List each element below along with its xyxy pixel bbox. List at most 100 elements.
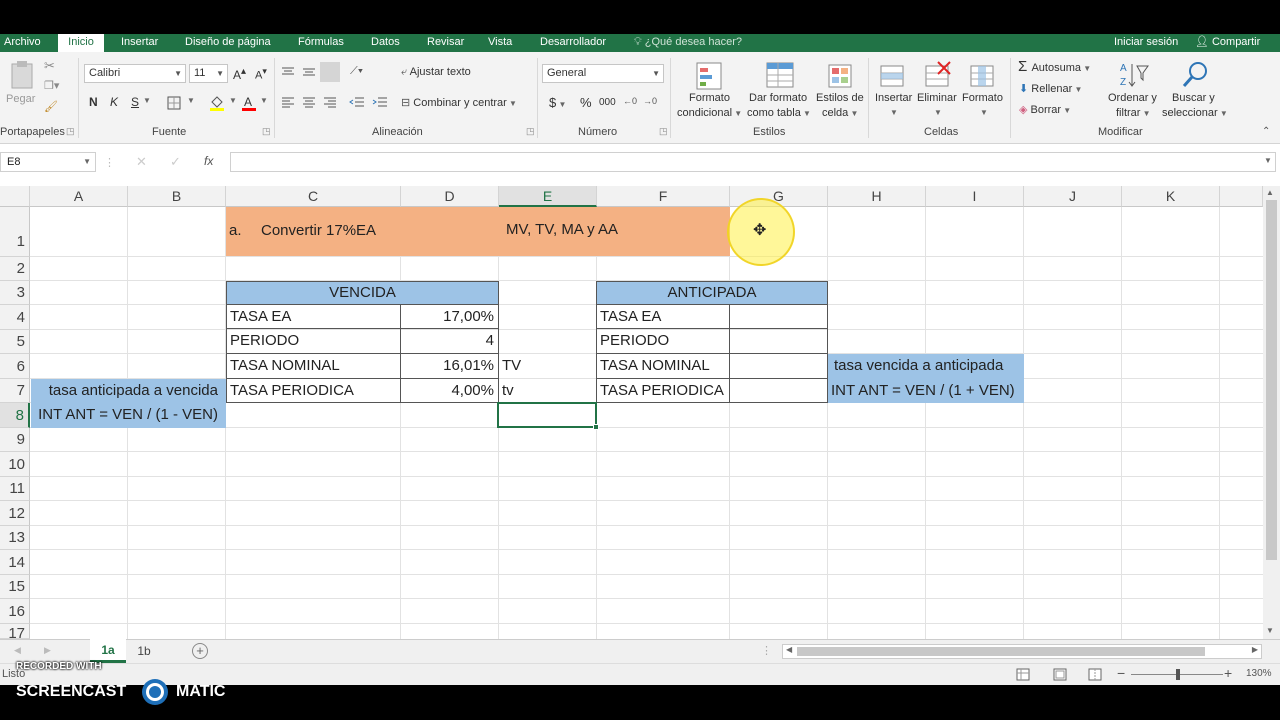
expand-formula-icon[interactable]: ▼ <box>1264 156 1272 165</box>
cancel-icon[interactable]: ✕ <box>136 154 147 170</box>
borders-icon[interactable] <box>167 96 182 110</box>
chevron-down-icon[interactable]: ▼ <box>187 96 195 105</box>
column-header-d[interactable]: D <box>401 186 499 207</box>
zoom-out-icon[interactable]: − <box>1117 665 1125 681</box>
sheet-tab-1a[interactable]: 1a <box>90 639 126 663</box>
row-header-2[interactable]: 2 <box>0 257 30 281</box>
cut-icon[interactable]: ✂ <box>44 58 55 74</box>
tab-archivo[interactable]: Archivo <box>4 34 41 52</box>
italic-button[interactable]: K <box>110 95 118 109</box>
scrollbar-thumb[interactable] <box>1266 200 1277 560</box>
column-header-e[interactable]: E <box>499 186 597 207</box>
tab-desarrollador[interactable]: Desarrollador <box>540 34 606 52</box>
sort-filter-icon[interactable]: AZ <box>1118 60 1150 90</box>
cell-c4[interactable]: TASA EA <box>226 304 401 329</box>
cell-e6[interactable]: TV <box>502 354 521 378</box>
cell-styles-button[interactable]: Estilos de <box>816 92 864 104</box>
cell-h7-note[interactable]: INT ANT = VEN / (1 + VEN) <box>828 379 1024 403</box>
add-sheet-icon[interactable]: + <box>192 643 208 659</box>
fill-color-icon[interactable] <box>208 94 226 112</box>
cell-d4[interactable]: 17,00% <box>400 304 499 329</box>
magnifier-icon[interactable] <box>1180 60 1210 90</box>
row-header-11[interactable]: 11 <box>0 477 30 501</box>
tab-formulas[interactable]: Fórmulas <box>298 34 344 52</box>
find-select-button-2[interactable]: seleccionar ▼ <box>1162 107 1228 119</box>
cell-d6[interactable]: 16,01% <box>400 353 499 379</box>
tell-me-search[interactable]: 💡︎ ¿Qué desea hacer? <box>634 34 742 52</box>
cell-f6[interactable]: TASA NOMINAL <box>596 353 730 379</box>
prev-sheet-icon[interactable]: ◀ <box>14 645 21 656</box>
zoom-in-icon[interactable]: + <box>1224 665 1232 681</box>
cell-styles-button-2[interactable]: celda ▼ <box>822 107 858 119</box>
horizontal-scrollbar[interactable]: ◀ ▶ <box>782 644 1262 659</box>
enter-icon[interactable]: ✓ <box>170 154 181 170</box>
clear-button[interactable]: ◈ Borrar ▼ <box>1019 103 1071 116</box>
signin-link[interactable]: Iniciar sesión <box>1114 34 1178 52</box>
chevron-down-icon[interactable]: ▼ <box>980 108 988 117</box>
orientation-icon[interactable]: ⟋▾ <box>350 65 363 78</box>
row-header-15[interactable]: 15 <box>0 575 30 599</box>
row-header-12[interactable]: 12 <box>0 501 30 526</box>
align-middle-icon[interactable] <box>302 66 316 78</box>
format-cells-button[interactable]: Formato <box>962 92 1003 104</box>
format-painter-icon[interactable]: 🖌︎ <box>44 100 58 113</box>
wrap-text-button[interactable]: ⤶ Ajustar texto <box>401 66 471 79</box>
merge-center-button[interactable]: ⊟ Combinar y centrar ▼ <box>401 96 517 109</box>
row-header-9[interactable]: 9 <box>0 428 30 452</box>
row-header-6[interactable]: 6 <box>0 354 30 379</box>
cell-c1[interactable]: Convertir 17%EA <box>261 219 376 243</box>
page-break-view-icon[interactable] <box>1088 668 1102 681</box>
cell-f4[interactable]: TASA EA <box>596 304 730 329</box>
portapapeles-launcher-icon[interactable]: ◳ <box>66 126 75 137</box>
increase-indent-icon[interactable] <box>372 96 388 108</box>
cell-e1[interactable]: MV, TV, MA y AA <box>506 218 618 242</box>
insert-function-icon[interactable]: fx <box>204 154 213 168</box>
underline-button[interactable]: S <box>131 95 139 109</box>
hscroll-thumb[interactable] <box>797 647 1205 656</box>
column-header-h[interactable]: H <box>828 186 926 207</box>
thousands-button[interactable]: 000 <box>599 97 616 108</box>
vertical-scrollbar[interactable]: ▲ ▼ <box>1263 186 1280 639</box>
cell-c5[interactable]: PERIODO <box>226 328 401 354</box>
delete-cells-icon[interactable] <box>923 60 953 90</box>
align-top-icon[interactable] <box>281 66 295 78</box>
row-header-16[interactable]: 16 <box>0 599 30 624</box>
scroll-down-icon[interactable]: ▼ <box>1266 626 1274 635</box>
cell-f5[interactable]: PERIODO <box>596 328 730 354</box>
cell-g4[interactable] <box>729 304 828 329</box>
column-header-j[interactable]: J <box>1024 186 1122 207</box>
currency-button[interactable]: $ ▼ <box>549 95 566 110</box>
column-header-f[interactable]: F <box>597 186 730 207</box>
sheet-tab-1b[interactable]: 1b <box>130 640 158 662</box>
row-header-5[interactable]: 5 <box>0 330 30 354</box>
shrink-font-icon[interactable]: A▾ <box>255 66 267 82</box>
column-header-b[interactable]: B <box>128 186 226 207</box>
share-button[interactable]: 👤︎ Compartir <box>1195 34 1260 52</box>
align-right-icon[interactable] <box>323 96 337 108</box>
format-table-button[interactable]: Dar formato <box>749 92 807 104</box>
row-header-13[interactable]: 13 <box>0 526 30 550</box>
normal-view-icon[interactable] <box>1016 668 1030 681</box>
cell-c7[interactable]: TASA PERIODICA <box>226 378 401 403</box>
conditional-format-icon[interactable] <box>694 60 726 92</box>
cell-g5[interactable] <box>729 328 828 354</box>
tab-diseno-pagina[interactable]: Diseño de página <box>185 34 271 52</box>
font-color-icon[interactable]: A <box>241 94 257 112</box>
increase-decimal-icon[interactable]: ←0 <box>623 96 637 106</box>
chevron-down-icon[interactable]: ▼ <box>229 96 237 105</box>
row-header-1[interactable]: 1 <box>0 207 30 257</box>
row-header-10[interactable]: 10 <box>0 452 30 477</box>
sort-filter-button-2[interactable]: filtrar ▼ <box>1116 107 1151 119</box>
column-header-a[interactable]: A <box>30 186 128 207</box>
paste-button[interactable]: Pegar <box>6 93 35 105</box>
format-table-icon[interactable] <box>764 60 796 92</box>
row-header-14[interactable]: 14 <box>0 550 30 575</box>
delete-cells-button[interactable]: Eliminar <box>917 92 957 104</box>
chevron-down-icon[interactable]: ▼ <box>260 96 268 105</box>
conditional-format-button[interactable]: Formato <box>689 92 730 104</box>
collapse-ribbon-icon[interactable]: ⌃ <box>1262 126 1270 137</box>
column-header-k[interactable]: K <box>1122 186 1220 207</box>
column-header-i[interactable]: I <box>926 186 1024 207</box>
vencida-header[interactable]: VENCIDA <box>226 281 499 305</box>
chevron-down-icon[interactable]: ▼ <box>934 108 942 117</box>
